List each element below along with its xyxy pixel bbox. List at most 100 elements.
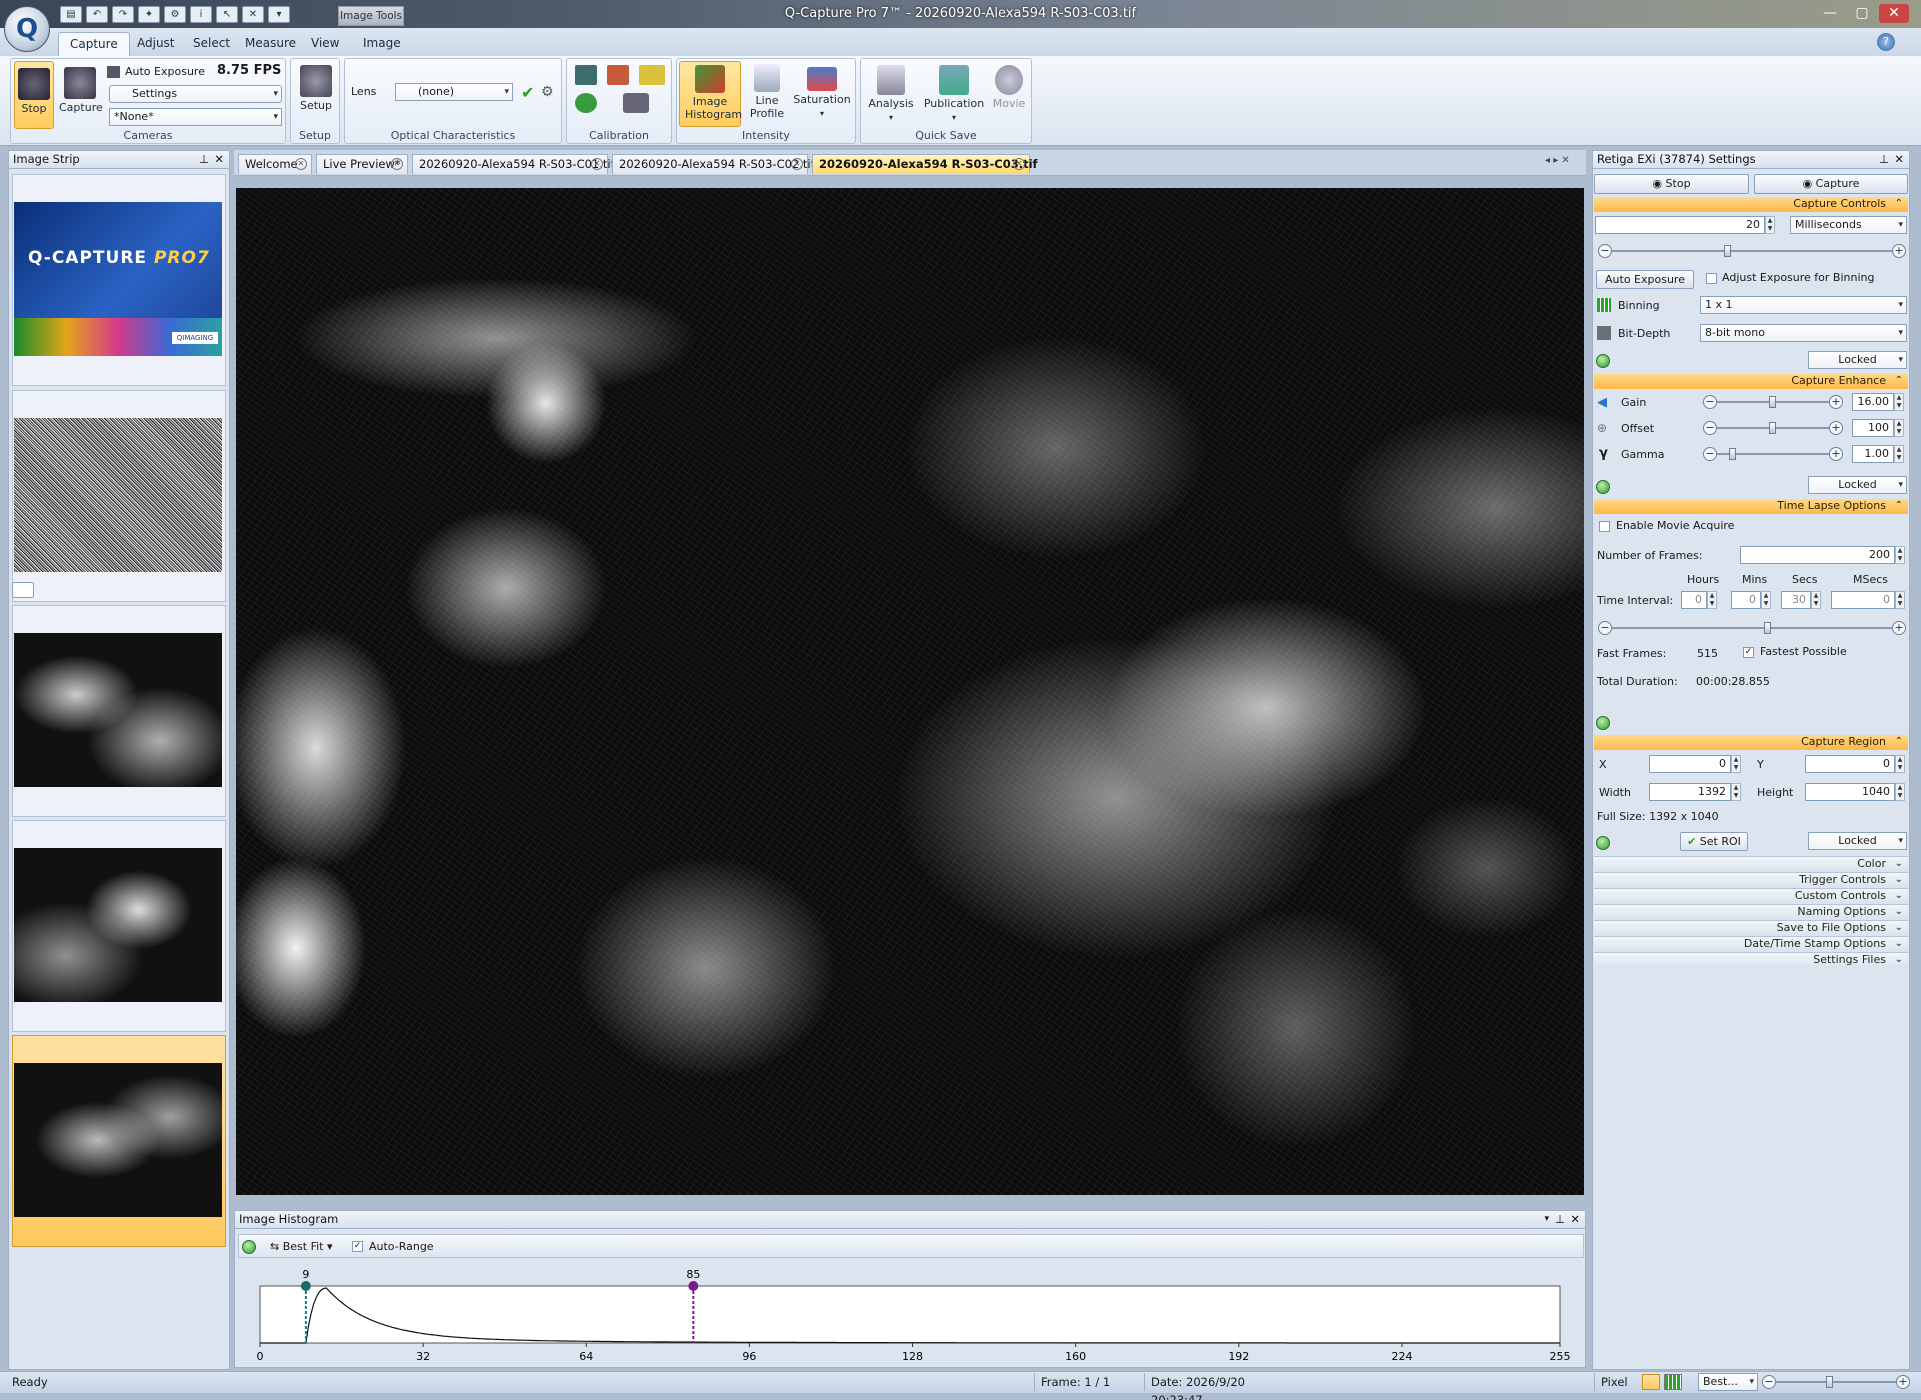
document-tab[interactable]: 20260920-Alexa594 R-S03-C01.tif ✕ bbox=[412, 154, 615, 174]
quick-access-item[interactable]: ✕ bbox=[242, 6, 264, 23]
saturation-button[interactable]: Saturation ▾ bbox=[791, 61, 853, 127]
line-profile-button[interactable]: Line Profile bbox=[745, 61, 789, 127]
pin-icon[interactable]: ⊥ bbox=[199, 151, 209, 168]
status-pixel[interactable]: Pixel bbox=[1594, 1373, 1640, 1391]
secs-spinner[interactable]: ▲ ▼ bbox=[1811, 591, 1821, 609]
c02-thumbnail[interactable] bbox=[14, 848, 222, 1002]
quick-access-item[interactable]: ⚙ bbox=[164, 6, 186, 23]
scale-bar-icon[interactable] bbox=[639, 65, 665, 85]
min-marker-handle[interactable] bbox=[300, 1281, 311, 1291]
close-tab-icon[interactable]: ✕ bbox=[1013, 158, 1025, 170]
document-tab[interactable]: 20260920-Alexa594 R-S03-C02.tif ✕ bbox=[612, 154, 815, 174]
max-marker-handle[interactable] bbox=[688, 1281, 699, 1291]
splash-thumbnail[interactable]: Q-CAPTURE PRO7 QIMAGING bbox=[14, 202, 222, 356]
preset-dropdown[interactable]: *None* bbox=[109, 108, 282, 126]
mins-input[interactable]: 0 bbox=[1731, 591, 1761, 609]
adjust-binning-checkbox[interactable] bbox=[1706, 273, 1717, 284]
auto-exposure-button[interactable]: Auto Exposure bbox=[107, 65, 205, 78]
check-icon[interactable]: ✔ bbox=[521, 83, 534, 102]
pin-icon[interactable]: ⊥ bbox=[1879, 151, 1889, 168]
gamma-spinner[interactable]: ▲ ▼ bbox=[1894, 445, 1904, 463]
tab-scroll-arrows[interactable]: ◂ ▸ ✕ bbox=[1545, 155, 1570, 166]
quick-access-item[interactable]: ↖ bbox=[216, 6, 238, 23]
section-settings-files[interactable]: Settings Files ⌄ bbox=[1594, 952, 1908, 966]
quick-access-item[interactable]: i bbox=[190, 6, 212, 23]
section-trigger-controls[interactable]: Trigger Controls ⌄ bbox=[1594, 872, 1908, 886]
maximize-button[interactable]: ▢ bbox=[1847, 4, 1877, 23]
exposure-slider[interactable]: − + bbox=[1598, 244, 1906, 258]
document-tab[interactable]: Welcome ✕ bbox=[238, 154, 312, 174]
set-roi-button[interactable]: ✔ Set ROI bbox=[1680, 832, 1748, 851]
publication-button[interactable]: Publication ▾ bbox=[921, 61, 987, 127]
width-spinner[interactable]: ▲ ▼ bbox=[1731, 783, 1741, 801]
frames-input[interactable]: 200 bbox=[1740, 546, 1895, 564]
width-input[interactable]: 1392 bbox=[1649, 783, 1731, 801]
contextual-tab-image-tools[interactable]: Image Tools bbox=[338, 6, 404, 26]
ribbon-tab-image[interactable]: Image bbox=[352, 32, 412, 56]
c01-thumbnail[interactable] bbox=[14, 633, 222, 787]
ribbon-tab-select[interactable]: Select bbox=[182, 32, 241, 56]
interval-slider[interactable]: − + bbox=[1598, 621, 1906, 635]
ribbon-tab-view[interactable]: View bbox=[300, 32, 350, 56]
gain-input[interactable]: 16.00 bbox=[1852, 393, 1894, 411]
mins-spinner[interactable]: ▲ ▼ bbox=[1761, 591, 1771, 609]
pin-icon[interactable]: ⊥ bbox=[1555, 1211, 1565, 1228]
refresh-icon[interactable] bbox=[575, 93, 597, 113]
x-spinner[interactable]: ▲ ▼ bbox=[1731, 755, 1741, 773]
refresh-icon[interactable] bbox=[242, 1240, 256, 1254]
stop-button[interactable]: Stop bbox=[14, 61, 54, 129]
gamma-input[interactable]: 1.00 bbox=[1852, 445, 1894, 463]
section-naming-options[interactable]: Naming Options ⌄ bbox=[1594, 904, 1908, 918]
close-panel-icon[interactable]: ✕ bbox=[1894, 151, 1904, 168]
movie-button[interactable]: Movie bbox=[989, 61, 1029, 127]
msecs-spinner[interactable]: ▲ ▼ bbox=[1895, 591, 1905, 609]
offset-input[interactable]: 100 bbox=[1852, 419, 1894, 437]
height-spinner[interactable]: ▲ ▼ bbox=[1895, 783, 1905, 801]
close-panel-icon[interactable]: ✕ bbox=[1570, 1211, 1580, 1228]
enable-movie-checkbox[interactable] bbox=[1599, 521, 1610, 532]
y-input[interactable]: 0 bbox=[1805, 755, 1895, 773]
refresh-icon[interactable] bbox=[1596, 480, 1610, 494]
image-canvas[interactable] bbox=[236, 188, 1584, 1195]
dropdown-icon[interactable]: ▾ bbox=[1544, 1211, 1549, 1228]
histogram-chart[interactable]: 9 85 0 32 64 96 128 160 192 224 255 bbox=[238, 1262, 1584, 1366]
x-input[interactable]: 0 bbox=[1649, 755, 1731, 773]
offset-slider[interactable]: − + bbox=[1703, 421, 1843, 435]
calibrate-icon[interactable] bbox=[575, 65, 597, 85]
hours-input[interactable]: 0 bbox=[1681, 591, 1707, 609]
fit-view-icon[interactable] bbox=[1642, 1374, 1660, 1390]
capture-region-lock-dropdown[interactable]: Locked bbox=[1808, 832, 1907, 850]
zoom-slider[interactable]: − + bbox=[1762, 1375, 1910, 1389]
setup-button[interactable]: Setup bbox=[295, 61, 337, 121]
exposure-spinner[interactable]: ▲ ▼ bbox=[1765, 216, 1775, 234]
y-spinner[interactable]: ▲ ▼ bbox=[1895, 755, 1905, 773]
section-custom-controls[interactable]: Custom Controls ⌄ bbox=[1594, 888, 1908, 902]
close-button[interactable]: ✕ bbox=[1879, 4, 1909, 23]
capture-enhance-header[interactable]: Capture Enhance ⌃ bbox=[1594, 374, 1908, 389]
binning-dropdown[interactable]: 1 x 1 bbox=[1700, 296, 1907, 314]
capture-region-header[interactable]: Capture Region ⌃ bbox=[1594, 735, 1908, 750]
quick-access-item[interactable]: ▤ bbox=[60, 6, 82, 23]
fastest-possible-checkbox[interactable]: ✓ bbox=[1743, 647, 1754, 658]
ribbon-tab-capture[interactable]: Capture bbox=[58, 32, 130, 56]
zoom-dropdown[interactable]: Best... bbox=[1698, 1373, 1758, 1391]
bit-depth-dropdown[interactable]: 8-bit mono bbox=[1700, 324, 1907, 342]
capture-button[interactable]: Capture bbox=[59, 61, 103, 129]
document-tab[interactable]: Live Preview* ✕ bbox=[316, 154, 408, 174]
minimize-button[interactable]: — bbox=[1815, 4, 1845, 23]
auto-exposure-button[interactable]: Auto Exposure bbox=[1596, 270, 1694, 289]
time-lapse-header[interactable]: Time Lapse Options ⌃ bbox=[1594, 499, 1908, 514]
quick-access-item[interactable]: ✦ bbox=[138, 6, 160, 23]
settings-icon[interactable]: ⚙ bbox=[541, 84, 554, 100]
help-icon[interactable]: ? bbox=[1877, 33, 1895, 51]
quick-access-item[interactable]: ↶ bbox=[86, 6, 108, 23]
exposure-input[interactable]: 20 bbox=[1595, 216, 1765, 234]
close-panel-icon[interactable]: ✕ bbox=[214, 151, 224, 168]
noise-thumbnail[interactable] bbox=[14, 418, 222, 572]
section-color[interactable]: Color ⌄ bbox=[1594, 856, 1908, 870]
lens-dropdown[interactable]: (none) bbox=[395, 83, 513, 101]
section-date-time-stamp-options[interactable]: Date/Time Stamp Options ⌄ bbox=[1594, 936, 1908, 950]
quick-access-item[interactable]: ▾ bbox=[268, 6, 290, 23]
height-input[interactable]: 1040 bbox=[1805, 783, 1895, 801]
grid-view-icon[interactable] bbox=[1664, 1374, 1682, 1390]
